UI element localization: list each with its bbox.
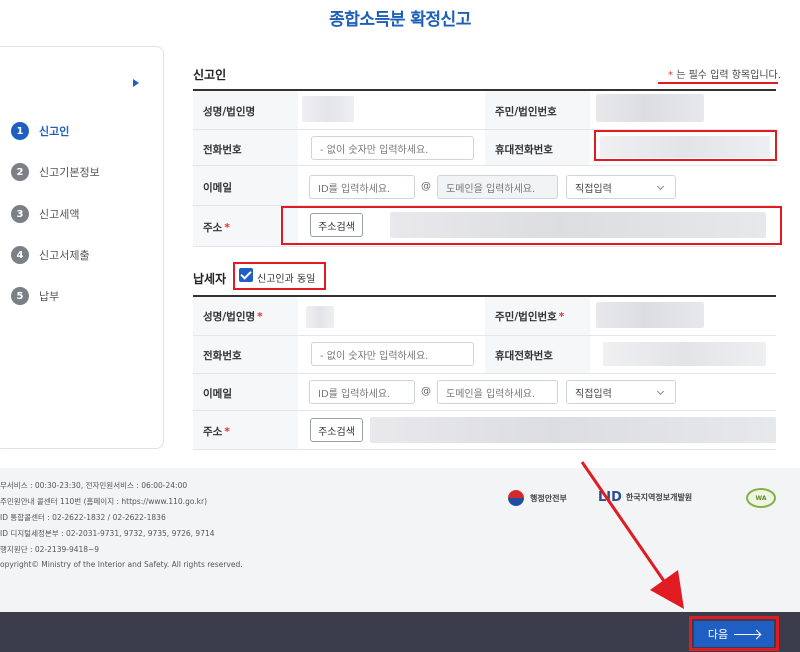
label-text: 주소 [203,426,223,438]
taxpayer-mobile-value[interactable] [603,342,766,366]
row-divider [193,449,776,450]
taxpayer-phone-label: 전화번호 [203,350,242,362]
page-title: 종합소득분 확정신고 [329,10,471,30]
taxpayer-address-search-button[interactable]: 주소검색 [310,418,363,442]
step-number: 1 [11,122,29,140]
accessibility-badge-icon: WA [746,488,776,508]
step-number: 4 [11,246,29,264]
taxpayer-name-label: 성명/법인명 * [203,309,263,324]
chevron-down-icon [656,182,665,191]
label-text: 성명/법인명 [203,311,256,323]
footer-line: 무서비스 : 00:30-23:30, 전자민원서비스 : 06:00-24:0… [0,481,188,490]
reporter-address-label: 주소 * [203,220,230,235]
step-label: 신고인 [39,125,70,138]
taxpayer-phone-input[interactable]: - 없이 숫자만 입력하세요. [311,342,474,366]
taxpayer-email-label: 이메일 [203,388,232,400]
taxpayer-address-value [370,417,776,443]
step-number: 5 [11,287,29,305]
step-basic-info[interactable]: 2 신고기본정보 [11,160,100,184]
required-note-text: 는 필수 입력 항목입니다. [676,70,781,81]
step-submit[interactable]: 4 신고서제출 [11,243,90,267]
step-number: 3 [11,205,29,223]
reporter-mobile-label: 휴대전화번호 [495,144,553,156]
select-value: 직접입력 [575,183,612,195]
step-label: 신고서제출 [39,249,90,262]
required-star-icon: * [257,311,263,323]
required-star-icon: * [224,222,230,234]
reporter-phone-input[interactable]: - 없이 숫자만 입력하세요. [311,136,474,160]
reporter-email-domain-input[interactable]: 도메인을 입력하세요. [437,175,558,199]
chevron-down-icon [656,387,665,396]
row-divider [193,165,776,166]
mobile-highlight-box [594,130,777,161]
footer-line: ID 통합콜센터 : 02-2622-1832 / 02-2622-1836 [0,513,166,522]
reporter-id-value [596,94,704,122]
lid-logo-text: 한국지역정보개발원 [625,493,693,502]
footer-line: 행지원단 : 02-2139-9418~9 [0,545,100,554]
required-note-highlight [658,82,778,84]
footer-line: opyright© Ministry of the Interior and S… [0,560,243,569]
government-emblem-icon [508,490,524,506]
reporter-email-id-input[interactable]: ID를 입력하세요. [309,175,415,199]
reporter-section-title: 신고인 [193,68,227,82]
taxpayer-email-domain-input[interactable]: 도메인을 입력하세요. [437,380,558,404]
bottom-action-bar [0,612,800,652]
taxpayer-email-id-input[interactable]: ID를 입력하세요. [309,380,415,404]
taxpayer-email-domain-select[interactable]: 직접입력 [566,380,676,404]
required-note: * 는 필수 입력 항목입니다. [668,66,781,81]
step-reporter[interactable]: 1 신고인 [11,119,69,143]
step-payment[interactable]: 5 납부 [11,284,59,308]
select-value: 직접입력 [575,388,612,400]
required-star-icon: * [224,426,230,438]
reporter-email-label: 이메일 [203,182,232,194]
email-at-sign: @ [421,181,431,192]
reporter-id-label: 주민/법인번호 [495,106,557,118]
email-at-sign: @ [421,386,431,397]
step-label: 납부 [39,290,60,303]
required-star-icon: * [558,311,565,323]
step-number: 2 [11,163,29,181]
step-tax-amount[interactable]: 3 신고세액 [11,202,79,226]
label-text: 주소 [203,222,223,234]
taxpayer-mobile-label: 휴대전화번호 [495,350,553,362]
reporter-name-label: 성명/법인명 [203,106,256,118]
mois-logo-text: 행정안전부 [530,493,567,503]
row-divider [193,246,776,247]
checkbox-highlight-box [233,262,326,290]
taxpayer-section-title: 납세자 [193,272,227,286]
step-navigator: 1 신고인 2 신고기본정보 3 신고세액 4 신고서제출 5 납부 [0,46,164,449]
taxpayer-address-label: 주소 * [203,424,230,439]
step-label: 신고세액 [39,208,80,221]
required-star-icon: * [668,70,673,81]
row-divider [193,410,776,411]
next-highlight-box [689,616,779,651]
row-divider [193,373,776,374]
footer-line: ID 디지털세정본부 : 02-2031-9731, 9732, 9735, 9… [0,529,215,538]
lid-logo: LID 한국지역정보개발원 [598,490,692,505]
address-highlight-box [281,206,782,245]
taxpayer-name-value [306,306,334,328]
label-text: 주민/법인번호 [495,311,557,323]
lid-mark-icon: LID [598,490,622,505]
mois-logo: 행정안전부 [508,490,567,506]
footer-line: 주민원안내 콜센터 110번 (홈페이지 : https://www.110.g… [0,497,208,506]
step-label: 신고기본정보 [39,166,100,179]
reporter-phone-label: 전화번호 [203,144,242,156]
row-divider [193,335,776,336]
taxpayer-id-value [596,302,704,328]
reporter-email-domain-select[interactable]: 직접입력 [566,175,676,199]
taxpayer-id-label: 주민/법인번호 * [495,309,564,324]
reporter-name-value [302,96,354,122]
current-step-arrow-icon [133,79,139,87]
